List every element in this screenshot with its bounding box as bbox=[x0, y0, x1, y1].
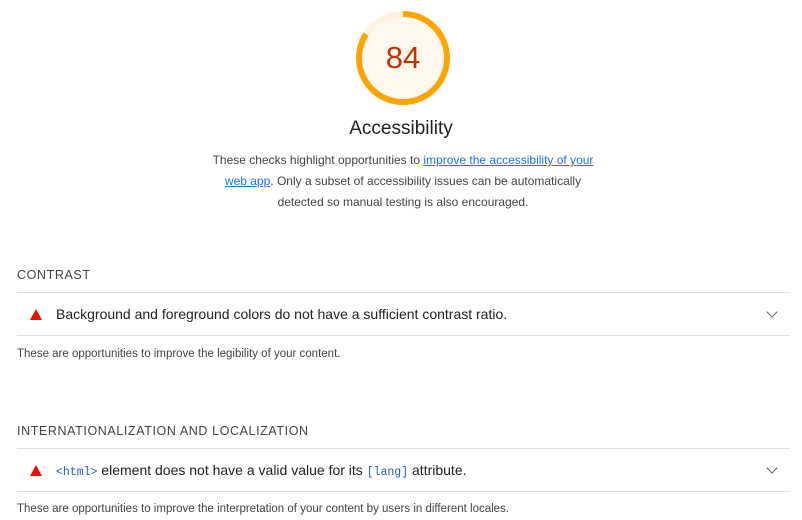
audit-title: <html> element does not have a valid val… bbox=[56, 462, 768, 479]
group-description: These are opportunities to improve the i… bbox=[17, 503, 510, 515]
divider bbox=[17, 335, 790, 336]
chevron-down-icon[interactable] bbox=[766, 462, 778, 474]
audit-row-color-contrast[interactable]: Background and foreground colors do not … bbox=[17, 293, 790, 335]
fail-triangle-icon bbox=[30, 464, 42, 476]
category-title: Accessibility bbox=[349, 118, 453, 139]
code-lang-attr: [lang] bbox=[366, 465, 409, 479]
audit-title-text: attribute. bbox=[408, 461, 467, 478]
audit-title-text: element does not have a valid value for … bbox=[97, 461, 367, 478]
divider bbox=[17, 491, 790, 492]
audit-row-html-lang-valid[interactable]: <html> element does not have a valid val… bbox=[17, 449, 790, 491]
fail-triangle-icon bbox=[30, 308, 42, 320]
category-description-prefix: These checks highlight opportunities to bbox=[212, 153, 424, 167]
category-description: These checks highlight opportunities to … bbox=[205, 150, 601, 213]
chevron-down-icon[interactable] bbox=[766, 306, 778, 318]
group-header-i18n: INTERNATIONALIZATION AND LOCALIZATION bbox=[17, 424, 309, 438]
score-gauge: 84 bbox=[355, 10, 451, 106]
score-value: 84 bbox=[385, 40, 421, 75]
group-header-contrast: CONTRAST bbox=[17, 268, 91, 282]
code-html-tag: <html> bbox=[56, 465, 98, 479]
group-description: These are opportunities to improve the l… bbox=[17, 348, 341, 360]
audit-title: Background and foreground colors do not … bbox=[56, 306, 508, 322]
category-description-suffix: . Only a subset of accessibility issues … bbox=[270, 174, 582, 209]
